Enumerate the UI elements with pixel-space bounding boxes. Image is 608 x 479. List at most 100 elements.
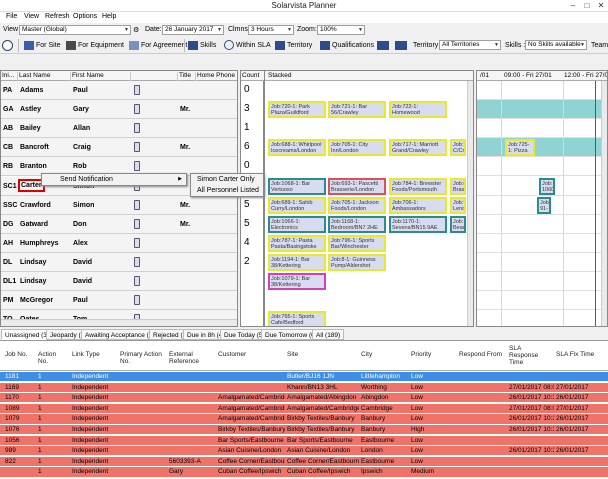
resource-row[interactable]: PM McGregor Paul [1, 291, 237, 311]
col-customer[interactable]: Customer [218, 351, 278, 358]
vertical-scrollbar[interactable] [467, 81, 473, 326]
job-card[interactable]: Job:784-1: Brewster Foods/Portsmouth [389, 177, 447, 195]
menu-view[interactable]: View [24, 13, 39, 20]
territory-select[interactable]: All Territories ▼ [439, 40, 501, 50]
job-card[interactable]: Job:1068-1: Bar Vertuoso [268, 177, 326, 195]
job-card[interactable]: Job:796-1: Sports Bar/Winchester [328, 234, 386, 252]
col-external-ref[interactable]: External Reference [169, 351, 209, 365]
all-personnel-listed-item[interactable]: All Personnel Listed [191, 185, 263, 196]
col-last-name[interactable]: Last Name [18, 72, 71, 81]
view-select[interactable]: Master (Global) ▼ [19, 25, 131, 35]
timeline-row[interactable] [477, 253, 601, 272]
for-agreement-button[interactable]: For Agreement [129, 38, 187, 53]
job-card[interactable]: Job:720-1: Park Plaza/Guildford [268, 101, 326, 119]
job-card[interactable]: Job:688-1: Whirlpool Icecreams/London [268, 139, 326, 157]
job-card[interactable]: Job:693-1: Pascetti Brasserie/London [328, 177, 386, 195]
resource-row[interactable]: GA Astley Gary Mr. [1, 100, 237, 120]
job-card[interactable]: Job:1079-1: Bar 38/Kettering [268, 273, 326, 290]
territory-button[interactable]: Territory [275, 38, 312, 53]
col-job-no[interactable]: Job No. [5, 351, 31, 358]
menu-file[interactable]: File [6, 13, 17, 20]
timeline-row[interactable] [477, 272, 601, 291]
job-row[interactable]: 1076 1 Independent Birkby Textiles/Banbury B… [0, 425, 608, 435]
columns-select[interactable]: 3 Hours ▼ [248, 25, 294, 35]
horizontal-scrollbar[interactable] [1, 319, 237, 326]
settings-icon[interactable]: ⚙ [133, 26, 139, 34]
timeline-row[interactable] [477, 234, 601, 253]
col-respond-from[interactable]: Respond From [459, 351, 505, 358]
col-priority[interactable]: Priority [411, 351, 451, 358]
job-card[interactable]: Job:1194-1: Bar 38/Kettering [268, 253, 326, 271]
job-card[interactable]: Job:787-1: Pasta Pasta/Basingstoke [268, 234, 326, 252]
job-card[interactable]: Job:1 Beac [450, 215, 466, 233]
resource-row[interactable]: DL1 Lindsay David [1, 272, 237, 291]
col-primary-action[interactable]: Primary Action No. [120, 351, 164, 365]
job-row[interactable]: 1079 1 Independent Amalgamated/Cambridge(..… [0, 414, 608, 424]
col-title[interactable]: Title [178, 72, 196, 81]
job-row[interactable]: 1170 1 Independent Amalgamated/Cambridge(..… [0, 393, 608, 403]
job-card[interactable]: Job:7 C/Croyd [450, 139, 466, 157]
timeline-row[interactable] [477, 291, 601, 311]
maximize-icon[interactable]: □ [580, 0, 594, 11]
col-home-phone[interactable]: Home Phone [196, 72, 237, 81]
col-sla-response[interactable]: SLA Response Time [509, 345, 543, 366]
col-link-type[interactable]: Link Type [72, 351, 112, 358]
col-action-no[interactable]: Action No. [38, 351, 60, 365]
for-equipment-button[interactable]: For Equipment [66, 38, 124, 53]
job-card[interactable]: Job:8-1: Guinness Pump/Aldershot [328, 253, 386, 271]
timeline-row[interactable] [477, 100, 601, 120]
menu-refresh[interactable]: Refresh [45, 13, 70, 20]
tab-all[interactable]: All (189) [312, 329, 345, 340]
job-card[interactable]: Job:705-1: City Inn/London [328, 139, 386, 157]
job-row[interactable]: 1181 1 Independent Butler/BJ16 1JN Littleham… [0, 372, 608, 382]
job-card[interactable]: Job:706-1: Ambassadors Hotel/L [389, 196, 447, 214]
menu-options[interactable]: Options [73, 13, 97, 20]
resource-row[interactable]: AH Humphreys Alex [1, 233, 237, 253]
job-card[interactable]: Job:722-1: Homewood Suites/Wo [389, 101, 447, 119]
job-card[interactable]: Job:1066-1: Electronics Systems/H [268, 215, 326, 233]
job-card[interactable]: Job:689-1: Sahib Curry/London [268, 196, 326, 214]
resource-row[interactable]: AB Bailey Allan [1, 119, 237, 139]
clock-button[interactable] [2, 38, 15, 53]
resource-row[interactable]: CB Bancroft Craig Mr. [1, 138, 237, 158]
timeline-row[interactable] [477, 119, 601, 139]
menu-help[interactable]: Help [102, 13, 116, 20]
within-sla-button[interactable]: Within SLA [224, 38, 271, 53]
timeline-scrollbar[interactable] [601, 81, 607, 326]
resource-row[interactable]: DL Lindsay David [1, 252, 237, 272]
resource-row[interactable]: DG Gatward Don Mr. [1, 214, 237, 234]
skills-select[interactable]: No Skills available ▼ [525, 40, 587, 50]
job-card[interactable]: Job:765-1: Sports Cafe/Bedford [268, 311, 326, 326]
timeline-row[interactable] [477, 81, 601, 100]
job-card[interactable]: Job:8 Brass [450, 177, 466, 195]
close-icon[interactable]: ✕ [594, 0, 608, 11]
col-first-name[interactable]: First Name [71, 72, 131, 81]
timeline-row[interactable] [477, 310, 601, 326]
job-card[interactable]: Job:705-1: Jackson Foods/London [328, 196, 386, 214]
job-row[interactable]: 822 1 Independent 5603393-A Coffee Corner/Ea… [0, 456, 608, 467]
col-blank[interactable] [131, 72, 178, 81]
simon-carter-only-item[interactable]: Simon Carter Only [191, 174, 263, 185]
people-button[interactable] [377, 38, 391, 53]
col-initials[interactable]: Ini... [1, 72, 18, 81]
minimize-icon[interactable]: – [566, 0, 580, 11]
timeline-job-card[interactable]: Job:6 91-1: [537, 196, 551, 214]
job-card[interactable]: Job:717-1: Marriott Grand/Crawley [389, 139, 447, 157]
timeline-row[interactable] [477, 138, 601, 158]
timeline-row[interactable] [477, 215, 601, 234]
col-site[interactable]: Site [287, 351, 347, 358]
timeline-job-card[interactable]: Job: 1060-1: [539, 177, 555, 195]
skills-button[interactable]: Skills [188, 38, 216, 53]
job-row[interactable]: 1089 1 Independent Amalgamated/Cambridge(..… [0, 403, 608, 414]
resource-row[interactable]: PA Adams Paul [1, 81, 237, 100]
send-notification-item[interactable]: Send Notification ▶ [42, 174, 186, 185]
date-picker[interactable]: 26 January 2017 ▼ [162, 25, 224, 35]
timeline-row[interactable] [477, 157, 601, 177]
job-card[interactable]: Job:7 Lenox [450, 196, 466, 214]
zoom-select[interactable]: 100% ▼ [317, 25, 365, 35]
col-sla-fix[interactable]: SLA Fix Time [556, 351, 606, 358]
timeline-job-card[interactable]: Job:725-1: Pizza Pizza/ [505, 139, 535, 157]
people-settings-button[interactable] [395, 38, 409, 53]
job-card[interactable]: Job:1170-1: Sevens/BN15 9AE [389, 215, 447, 233]
job-row[interactable]: 989 1 Independent Asian Cuisine/London Asian… [0, 446, 608, 456]
